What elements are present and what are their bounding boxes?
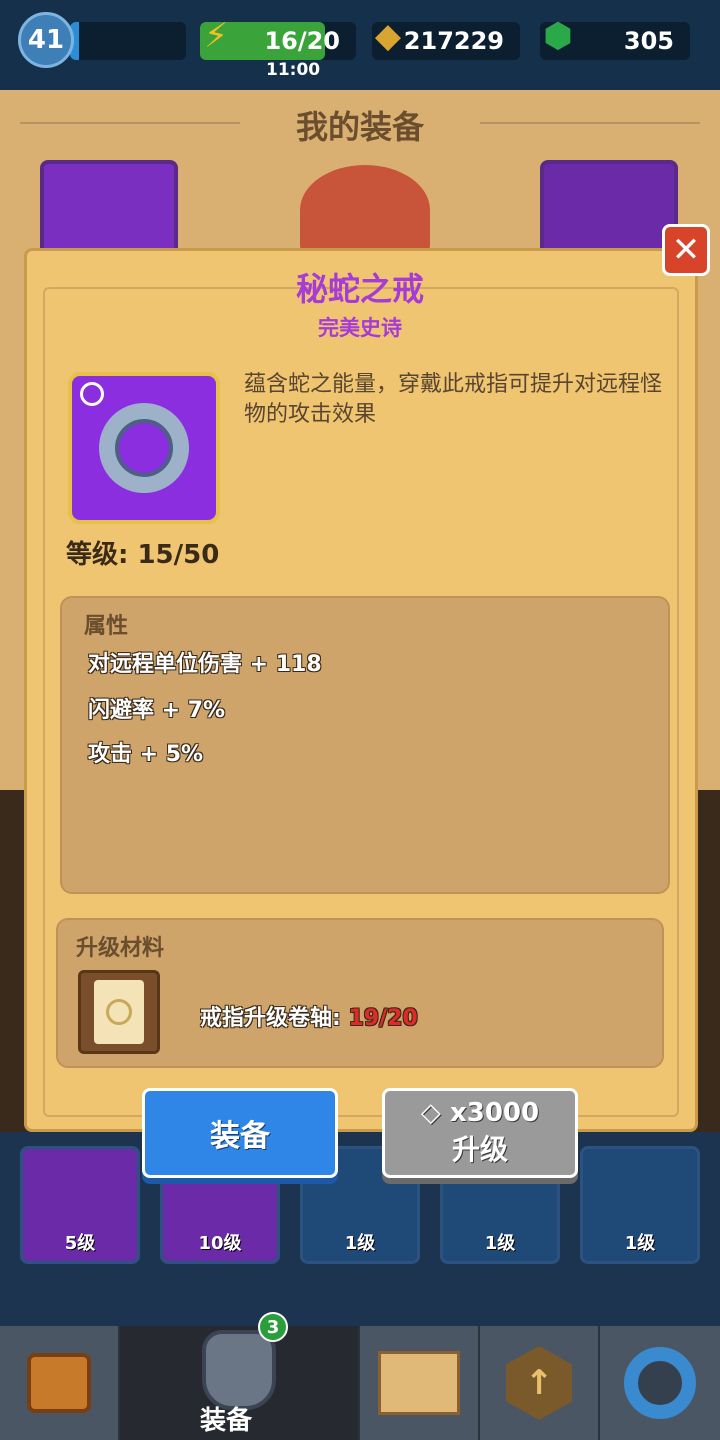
upgrade-cost-value: x3000 [449, 1098, 540, 1128]
gold-coin-icon: ◇ [420, 1098, 441, 1128]
energy-timer: 11:00 [266, 60, 321, 80]
item-name: 秘蛇之戒 [295, 270, 424, 308]
item-level-label: 1级 [484, 1233, 516, 1254]
page-title: 我的装备 [295, 108, 424, 146]
gem-value: 305 [623, 27, 674, 55]
ring-emblem-icon [106, 999, 132, 1025]
upgrade-button[interactable]: ◇ x3000 升级 [382, 1088, 578, 1178]
upgrade-cost: ◇ x3000 [421, 1098, 539, 1128]
xp-bar [70, 22, 186, 60]
upgrade-arrow-icon: ↑ [506, 1346, 572, 1420]
armor-slot[interactable] [540, 160, 678, 260]
gear-icon [624, 1347, 696, 1419]
item-level-label: 10级 [198, 1233, 242, 1254]
nav-map[interactable] [360, 1326, 480, 1440]
attribute-line: 对远程单位伤害 + 118 [88, 652, 322, 677]
scroll-icon [94, 980, 144, 1044]
inventory-item[interactable]: 5级 [20, 1146, 140, 1264]
inventory-item[interactable]: 1级 [580, 1146, 700, 1264]
armor-icon [202, 1330, 276, 1410]
materials-title: 升级材料 [76, 936, 165, 961]
equip-button[interactable]: 装备 [142, 1088, 338, 1178]
material-count: 19/20 [348, 1006, 418, 1031]
treasure-map-icon [378, 1351, 460, 1415]
snake-ring-icon [99, 403, 189, 493]
upgrade-scroll-icon[interactable] [78, 970, 160, 1054]
item-level-label: 1级 [344, 1233, 376, 1254]
inventory-grid: 5级 10级 1级 1级 1级 [0, 1132, 720, 1326]
item-level-label: 1级 [624, 1233, 656, 1254]
gold-coin-icon: ◆ [374, 16, 402, 56]
ring-item-icon [68, 372, 220, 524]
gem-icon: ⬢ [543, 16, 573, 56]
bottom-navigation: ↑ [0, 1326, 720, 1440]
item-level-label: 5级 [64, 1233, 96, 1254]
hero-avatar [300, 165, 430, 255]
attribute-line: 闪避率 + 7% [88, 698, 226, 723]
attributes-title: 属性 [84, 614, 129, 639]
lightning-icon: ⚡ [204, 16, 228, 56]
item-rarity: 完美史诗 [318, 316, 402, 340]
top-bar: 41 16/20 ⚡ 11:00 217229 ◆ 305 ⬢ [0, 0, 720, 90]
item-level: 等级: 15/50 [66, 540, 220, 570]
notification-badge: 3 [258, 1312, 288, 1342]
treasure-chest-icon [27, 1353, 91, 1413]
nav-equipment-label: 装备 [200, 1406, 253, 1436]
material-requirement: 戒指升级卷轴: 19/20 [200, 1000, 418, 1032]
nav-upgrade[interactable]: ↑ [480, 1326, 600, 1440]
energy-value: 16/20 [264, 27, 340, 55]
gold-value: 217229 [403, 27, 504, 55]
ring-slot-icon [80, 382, 104, 406]
nav-settings[interactable] [600, 1326, 720, 1440]
material-name: 戒指升级卷轴: [200, 1006, 341, 1031]
weapon-slot[interactable] [40, 160, 178, 260]
upgrade-label: 升级 [451, 1133, 508, 1166]
player-level-badge[interactable]: 41 [18, 12, 74, 68]
nav-shop[interactable] [0, 1326, 120, 1440]
attribute-line: 攻击 + 5% [88, 742, 204, 767]
item-description: 蕴含蛇之能量，穿戴此戒指可提升对远程怪物的攻击效果 [244, 372, 663, 427]
